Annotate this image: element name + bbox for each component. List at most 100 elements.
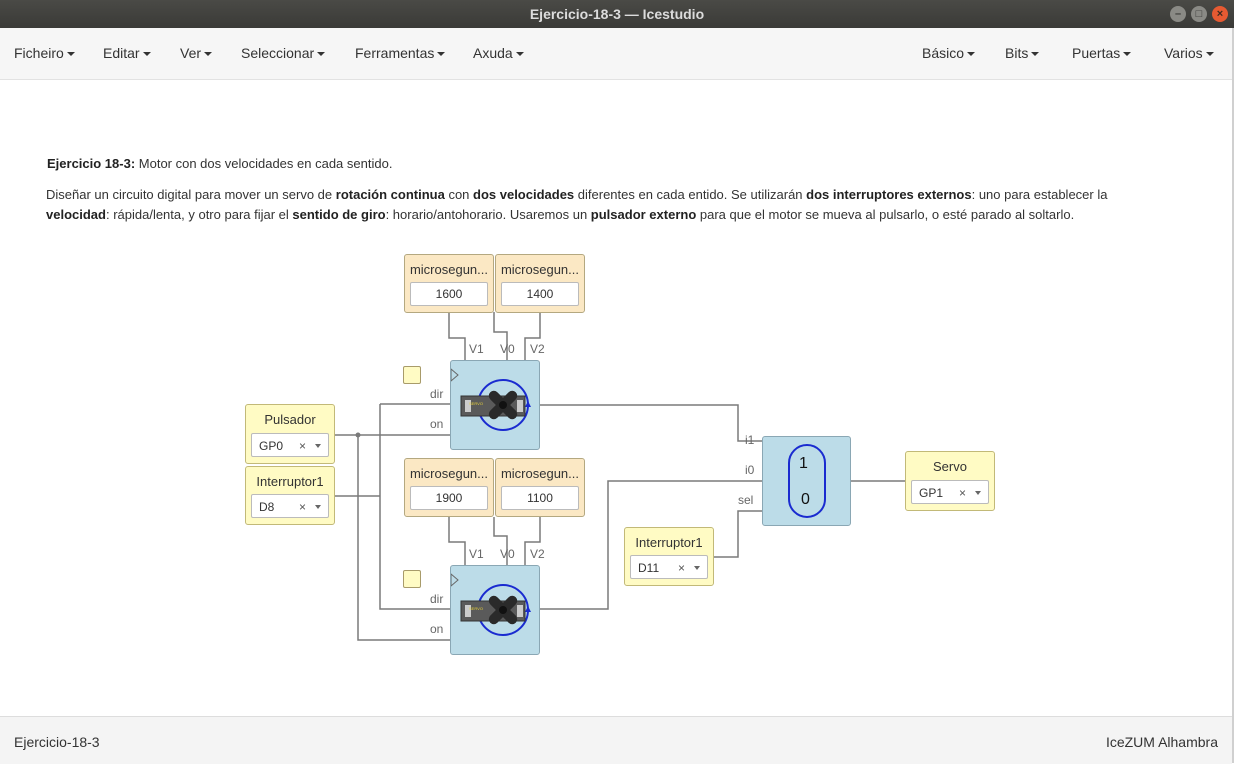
input-interruptor-block[interactable]: Interruptor1 D8 × [245,466,335,525]
port-label: V2 [530,342,545,356]
clear-icon[interactable]: × [678,556,685,580]
clock-input-block[interactable] [403,570,421,588]
input-interruptor-block[interactable]: Interruptor1 D11 × [624,527,714,586]
servo-controller-block[interactable]: SERVO [450,565,540,655]
chevron-down-icon [204,52,213,57]
pin-select[interactable]: D8 × [251,494,329,518]
window-title: Ejercicio-18-3 — Icestudio [529,6,705,22]
port-label: V0 [500,342,515,356]
input-label: Interruptor1 [635,535,703,550]
chevron-down-icon [515,52,524,57]
servo-motor-icon: SERVO [450,572,531,636]
clear-icon[interactable]: × [299,495,306,519]
svg-text:SERVO: SERVO [469,401,483,406]
output-servo-block[interactable]: Servo GP1 × [905,451,995,511]
pin-value: GP0 [259,439,284,453]
constant-label: microsegun... [409,466,489,481]
pin-select[interactable]: D11 × [630,555,708,579]
maximize-icon[interactable]: □ [1191,6,1207,22]
menu-bar: Ficheiro Editar Ver Seleccionar Ferramen… [0,28,1232,80]
menu-label: Ver [180,45,202,61]
mux-input-1-label: 1 [799,455,808,472]
port-label: V0 [500,547,515,561]
constant-block[interactable]: microsegun... 1900 [404,458,494,517]
port-label: on [430,417,444,431]
chevron-down-icon [66,52,75,57]
input-label: Interruptor1 [256,474,324,489]
chevron-down-icon [975,491,981,495]
port-label: V1 [469,342,484,356]
constant-value-field[interactable]: 1900 [410,486,488,510]
pin-value: D11 [638,561,660,575]
clear-icon[interactable]: × [299,434,306,458]
port-label: dir [430,387,444,401]
pin-value: D8 [259,500,275,514]
servo-motor-icon: SERVO [450,367,531,431]
menu-seleccionar[interactable]: Seleccionar [241,28,326,79]
menu-label: Básico [922,45,965,61]
menu-label: Editar [103,45,140,61]
menu-label: Varios [1164,45,1203,61]
menu-ferramentas[interactable]: Ferramentas [355,28,446,79]
port-label: sel [738,493,754,507]
minimize-icon[interactable]: – [1170,6,1186,22]
menu-ver[interactable]: Ver [180,28,213,79]
mux-icon [788,444,826,518]
chevron-down-icon [317,52,326,57]
chevron-down-icon [694,566,700,570]
constant-label: microsegun... [500,262,580,277]
menu-varios[interactable]: Varios [1164,28,1214,79]
chevron-down-icon [437,52,446,57]
constant-value-field[interactable]: 1600 [410,282,488,306]
chevron-down-icon [1205,52,1214,57]
pin-select[interactable]: GP1 × [911,480,989,504]
chevron-down-icon [315,505,321,509]
input-label: Pulsador [264,412,316,427]
constant-label: microsegun... [409,262,489,277]
chevron-down-icon [142,52,151,57]
menu-label: Ficheiro [14,45,64,61]
constant-block[interactable]: microsegun... 1400 [495,254,585,313]
port-label: V2 [530,547,545,561]
input-pulsador-block[interactable]: Pulsador GP0 × [245,404,335,464]
chevron-down-icon [967,52,976,57]
project-name: Ejercicio-18-3 [14,734,100,750]
constant-block[interactable]: microsegun... 1600 [404,254,494,313]
constant-block[interactable]: microsegun... 1100 [495,458,585,517]
chevron-down-icon [1123,52,1132,57]
board-name[interactable]: IceZUM Alhambra [1106,734,1218,750]
constant-label: microsegun... [500,466,580,481]
design-canvas[interactable]: Ejercicio 18-3: Motor con dos velocidade… [0,80,1232,716]
port-label: on [430,622,444,636]
clock-input-block[interactable] [403,366,421,384]
menu-label: Ferramentas [355,45,435,61]
menu-editar[interactable]: Editar [103,28,151,79]
port-label: i0 [745,463,755,477]
mux-input-0-label: 0 [801,491,810,508]
pin-select[interactable]: GP0 × [251,433,329,457]
output-label: Servo [933,459,967,474]
menu-label: Bits [1005,45,1029,61]
menu-ficheiro[interactable]: Ficheiro [14,28,75,79]
wires-layer [335,312,905,641]
menu-label: Seleccionar [241,45,315,61]
status-bar: Ejercicio-18-3 IceZUM Alhambra [0,716,1232,764]
window-controls: – □ × [1170,6,1228,22]
wire-v1-top [448,312,466,360]
servo-controller-block[interactable]: SERVO [450,360,540,450]
constant-value-field[interactable]: 1100 [501,486,579,510]
pin-value: GP1 [919,486,944,500]
menu-basico[interactable]: Básico [922,28,976,79]
menu-axuda[interactable]: Axuda [473,28,524,79]
close-icon[interactable]: × [1212,6,1228,22]
menu-label: Puertas [1072,45,1121,61]
menu-bits[interactable]: Bits [1005,28,1040,79]
svg-text:SERVO: SERVO [469,606,483,611]
menu-puertas[interactable]: Puertas [1072,28,1132,79]
port-label: i1 [745,433,755,447]
multiplexer-block[interactable]: 1 0 [762,436,851,526]
constant-value-field[interactable]: 1400 [501,282,579,306]
clear-icon[interactable]: × [959,481,966,505]
port-label: dir [430,592,444,606]
port-label: V1 [469,547,484,561]
